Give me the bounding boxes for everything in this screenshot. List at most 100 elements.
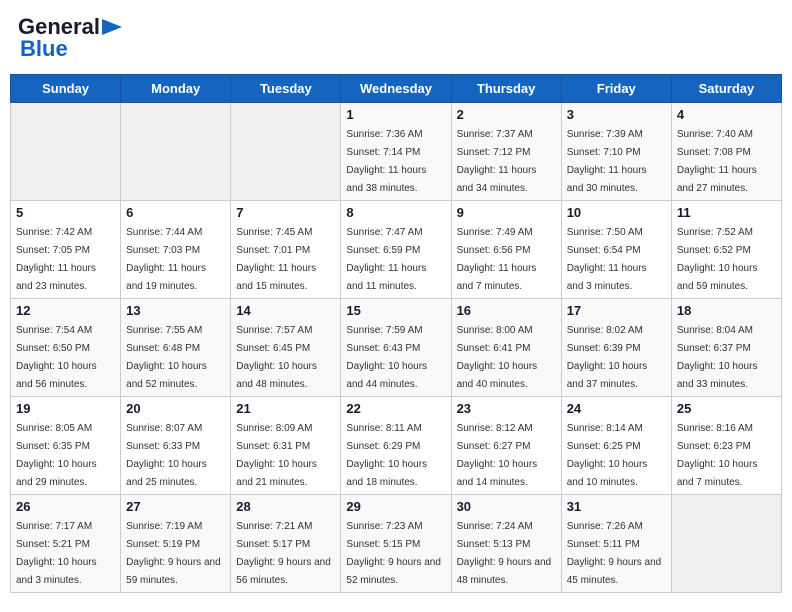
logo-arrow-icon [102,19,122,35]
calendar-header-row: SundayMondayTuesdayWednesdayThursdayFrid… [11,75,782,103]
day-info: Sunrise: 7:45 AMSunset: 7:01 PMDaylight:… [236,227,316,292]
day-header-monday: Monday [121,75,231,103]
day-number: 31 [567,499,666,514]
day-number: 27 [126,499,225,514]
calendar-day-cell: 24 Sunrise: 8:14 AMSunset: 6:25 PMDaylig… [561,397,671,495]
day-info: Sunrise: 8:16 AMSunset: 6:23 PMDaylight:… [677,423,758,488]
logo-blue: Blue [20,36,68,62]
day-number: 26 [16,499,115,514]
day-number: 2 [457,107,556,122]
day-number: 12 [16,303,115,318]
day-number: 17 [567,303,666,318]
day-info: Sunrise: 7:42 AMSunset: 7:05 PMDaylight:… [16,227,96,292]
day-info: Sunrise: 8:11 AMSunset: 6:29 PMDaylight:… [346,423,427,488]
day-info: Sunrise: 8:14 AMSunset: 6:25 PMDaylight:… [567,423,648,488]
day-info: Sunrise: 8:00 AMSunset: 6:41 PMDaylight:… [457,325,538,390]
day-info: Sunrise: 7:24 AMSunset: 5:13 PMDaylight:… [457,521,552,586]
day-number: 3 [567,107,666,122]
day-info: Sunrise: 8:02 AMSunset: 6:39 PMDaylight:… [567,325,648,390]
day-number: 22 [346,401,445,416]
day-number: 9 [457,205,556,220]
day-info: Sunrise: 7:23 AMSunset: 5:15 PMDaylight:… [346,521,441,586]
day-number: 7 [236,205,335,220]
day-header-saturday: Saturday [671,75,781,103]
day-info: Sunrise: 7:40 AMSunset: 7:08 PMDaylight:… [677,129,757,194]
day-number: 10 [567,205,666,220]
page-header: General Blue [10,10,782,66]
day-info: Sunrise: 8:05 AMSunset: 6:35 PMDaylight:… [16,423,97,488]
day-info: Sunrise: 7:54 AMSunset: 6:50 PMDaylight:… [16,325,97,390]
calendar-day-cell: 18 Sunrise: 8:04 AMSunset: 6:37 PMDaylig… [671,299,781,397]
day-header-wednesday: Wednesday [341,75,451,103]
day-number: 25 [677,401,776,416]
day-info: Sunrise: 7:49 AMSunset: 6:56 PMDaylight:… [457,227,537,292]
day-info: Sunrise: 7:21 AMSunset: 5:17 PMDaylight:… [236,521,331,586]
calendar-week-row: 5 Sunrise: 7:42 AMSunset: 7:05 PMDayligh… [11,201,782,299]
calendar-day-cell: 9 Sunrise: 7:49 AMSunset: 6:56 PMDayligh… [451,201,561,299]
calendar-day-cell: 12 Sunrise: 7:54 AMSunset: 6:50 PMDaylig… [11,299,121,397]
calendar-day-cell: 27 Sunrise: 7:19 AMSunset: 5:19 PMDaylig… [121,495,231,593]
calendar-day-cell: 23 Sunrise: 8:12 AMSunset: 6:27 PMDaylig… [451,397,561,495]
calendar-day-cell: 30 Sunrise: 7:24 AMSunset: 5:13 PMDaylig… [451,495,561,593]
calendar-day-cell: 25 Sunrise: 8:16 AMSunset: 6:23 PMDaylig… [671,397,781,495]
day-number: 19 [16,401,115,416]
day-header-tuesday: Tuesday [231,75,341,103]
day-number: 1 [346,107,445,122]
day-info: Sunrise: 7:52 AMSunset: 6:52 PMDaylight:… [677,227,758,292]
day-number: 13 [126,303,225,318]
day-info: Sunrise: 8:07 AMSunset: 6:33 PMDaylight:… [126,423,207,488]
calendar-day-cell: 6 Sunrise: 7:44 AMSunset: 7:03 PMDayligh… [121,201,231,299]
day-number: 14 [236,303,335,318]
day-info: Sunrise: 7:57 AMSunset: 6:45 PMDaylight:… [236,325,317,390]
calendar-day-cell: 22 Sunrise: 8:11 AMSunset: 6:29 PMDaylig… [341,397,451,495]
calendar-day-cell: 28 Sunrise: 7:21 AMSunset: 5:17 PMDaylig… [231,495,341,593]
day-info: Sunrise: 7:47 AMSunset: 6:59 PMDaylight:… [346,227,426,292]
day-number: 4 [677,107,776,122]
day-info: Sunrise: 8:04 AMSunset: 6:37 PMDaylight:… [677,325,758,390]
calendar-empty-cell [121,103,231,201]
day-number: 15 [346,303,445,318]
day-info: Sunrise: 7:44 AMSunset: 7:03 PMDaylight:… [126,227,206,292]
calendar-day-cell: 1 Sunrise: 7:36 AMSunset: 7:14 PMDayligh… [341,103,451,201]
day-number: 20 [126,401,225,416]
day-info: Sunrise: 7:37 AMSunset: 7:12 PMDaylight:… [457,129,537,194]
day-number: 5 [16,205,115,220]
calendar-day-cell: 29 Sunrise: 7:23 AMSunset: 5:15 PMDaylig… [341,495,451,593]
calendar-day-cell: 10 Sunrise: 7:50 AMSunset: 6:54 PMDaylig… [561,201,671,299]
day-info: Sunrise: 7:59 AMSunset: 6:43 PMDaylight:… [346,325,427,390]
day-info: Sunrise: 7:39 AMSunset: 7:10 PMDaylight:… [567,129,647,194]
day-number: 18 [677,303,776,318]
logo: General Blue [18,14,122,62]
calendar-day-cell: 31 Sunrise: 7:26 AMSunset: 5:11 PMDaylig… [561,495,671,593]
day-header-thursday: Thursday [451,75,561,103]
calendar-day-cell: 5 Sunrise: 7:42 AMSunset: 7:05 PMDayligh… [11,201,121,299]
calendar-week-row: 12 Sunrise: 7:54 AMSunset: 6:50 PMDaylig… [11,299,782,397]
day-info: Sunrise: 7:55 AMSunset: 6:48 PMDaylight:… [126,325,207,390]
day-number: 30 [457,499,556,514]
day-info: Sunrise: 7:50 AMSunset: 6:54 PMDaylight:… [567,227,647,292]
calendar-empty-cell [671,495,781,593]
day-info: Sunrise: 7:17 AMSunset: 5:21 PMDaylight:… [16,521,97,586]
day-info: Sunrise: 8:09 AMSunset: 6:31 PMDaylight:… [236,423,317,488]
calendar-day-cell: 4 Sunrise: 7:40 AMSunset: 7:08 PMDayligh… [671,103,781,201]
day-number: 11 [677,205,776,220]
calendar-day-cell: 2 Sunrise: 7:37 AMSunset: 7:12 PMDayligh… [451,103,561,201]
day-info: Sunrise: 7:36 AMSunset: 7:14 PMDaylight:… [346,129,426,194]
calendar-week-row: 1 Sunrise: 7:36 AMSunset: 7:14 PMDayligh… [11,103,782,201]
calendar-day-cell: 7 Sunrise: 7:45 AMSunset: 7:01 PMDayligh… [231,201,341,299]
calendar-day-cell: 20 Sunrise: 8:07 AMSunset: 6:33 PMDaylig… [121,397,231,495]
day-info: Sunrise: 7:19 AMSunset: 5:19 PMDaylight:… [126,521,221,586]
calendar-day-cell: 19 Sunrise: 8:05 AMSunset: 6:35 PMDaylig… [11,397,121,495]
day-number: 24 [567,401,666,416]
calendar-day-cell: 11 Sunrise: 7:52 AMSunset: 6:52 PMDaylig… [671,201,781,299]
calendar-day-cell: 17 Sunrise: 8:02 AMSunset: 6:39 PMDaylig… [561,299,671,397]
day-info: Sunrise: 8:12 AMSunset: 6:27 PMDaylight:… [457,423,538,488]
calendar-day-cell: 15 Sunrise: 7:59 AMSunset: 6:43 PMDaylig… [341,299,451,397]
calendar-day-cell: 14 Sunrise: 7:57 AMSunset: 6:45 PMDaylig… [231,299,341,397]
calendar-day-cell: 21 Sunrise: 8:09 AMSunset: 6:31 PMDaylig… [231,397,341,495]
day-header-friday: Friday [561,75,671,103]
day-number: 28 [236,499,335,514]
calendar-day-cell: 3 Sunrise: 7:39 AMSunset: 7:10 PMDayligh… [561,103,671,201]
day-info: Sunrise: 7:26 AMSunset: 5:11 PMDaylight:… [567,521,662,586]
calendar-day-cell: 13 Sunrise: 7:55 AMSunset: 6:48 PMDaylig… [121,299,231,397]
